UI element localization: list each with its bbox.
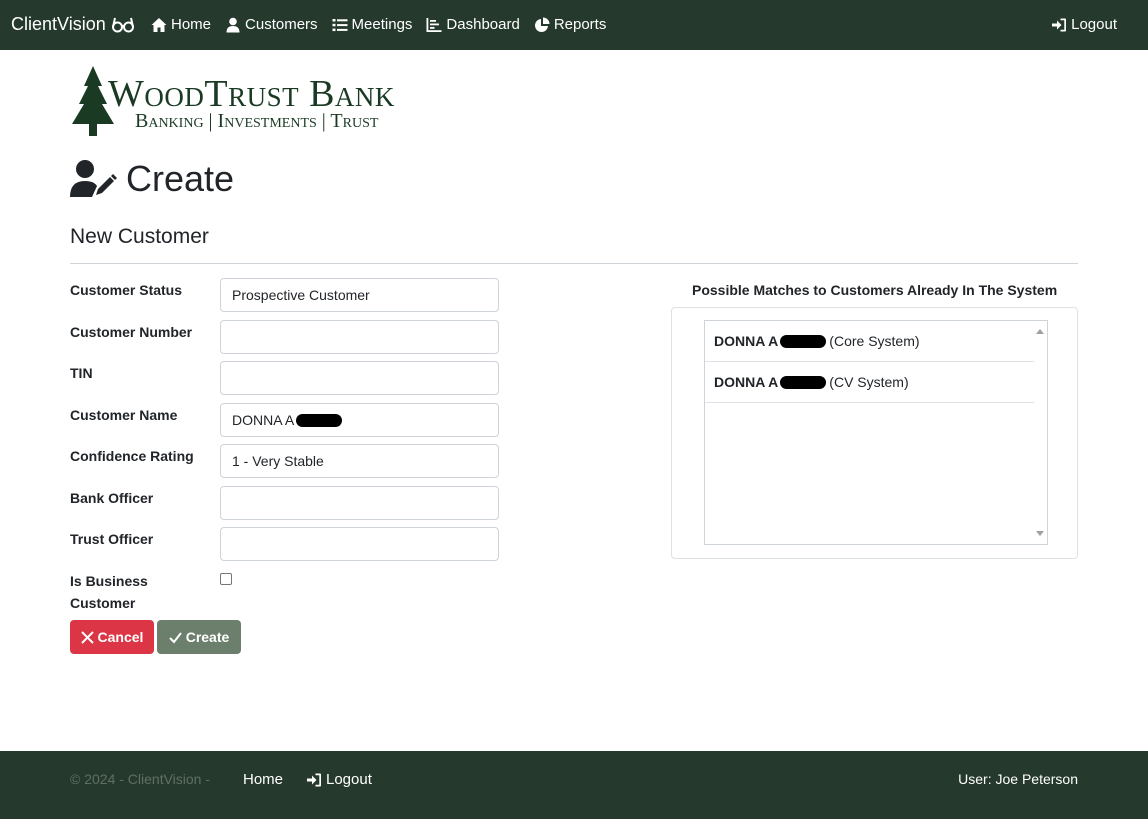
create-label: Create	[185, 629, 230, 645]
scroll-down-arrow-icon[interactable]	[1036, 531, 1044, 536]
confidence-rating-label: Confidence Rating	[70, 448, 194, 464]
bar-chart-icon	[426, 17, 442, 32]
nav-home-label: Home	[171, 16, 212, 33]
x-icon	[80, 630, 94, 644]
nav-customers-label: Customers	[245, 16, 318, 33]
customer-number-field[interactable]	[220, 320, 499, 354]
trust-officer-field[interactable]	[220, 527, 499, 561]
nav-logout[interactable]: Logout	[1051, 16, 1117, 33]
copyright: © 2024 - ClientVision -	[70, 771, 211, 787]
bank-officer-label: Bank Officer	[70, 490, 154, 506]
is-business-label-line1: Is Business	[70, 573, 148, 589]
check-icon	[168, 631, 182, 644]
brand-name: ClientVision	[11, 14, 106, 34]
nav-reports[interactable]: Reports	[534, 16, 607, 33]
match-name: DONNA A	[714, 333, 779, 349]
list-item[interactable]: DONNA A (CV System)	[705, 362, 1034, 403]
page-title: Create	[126, 158, 235, 199]
nav-dashboard-label: Dashboard	[446, 16, 520, 33]
customer-status-field[interactable]: Prospective Customer	[220, 278, 499, 312]
tin-label: TIN	[70, 365, 93, 381]
customer-name-value: DONNA A	[232, 412, 295, 428]
redaction-mark	[780, 375, 827, 389]
confidence-rating-field[interactable]: 1 - Very Stable	[220, 444, 499, 478]
customer-status-label: Customer Status	[70, 282, 183, 298]
confidence-rating-value: 1 - Very Stable	[232, 453, 324, 469]
nav-dashboard[interactable]: Dashboard	[426, 16, 520, 33]
is-business-checkbox[interactable]	[220, 573, 232, 585]
current-user: User: Joe Peterson	[958, 771, 1078, 787]
footer-logout-label: Logout	[326, 771, 372, 788]
nav-customers[interactable]: Customers	[225, 16, 318, 33]
nav-meetings-label: Meetings	[351, 16, 413, 33]
list-icon	[332, 18, 348, 31]
footer-home-link[interactable]: Home	[243, 771, 283, 788]
brand[interactable]: ClientVision	[11, 14, 134, 35]
home-icon	[151, 17, 167, 32]
bank-tagline: Banking | Investments | Trust	[135, 110, 379, 132]
nav-home[interactable]: Home	[151, 16, 211, 33]
matches-list[interactable]: DONNA A (Core System) DONNA A (CV System…	[704, 320, 1048, 545]
nav-meetings[interactable]: Meetings	[332, 16, 413, 33]
scroll-up-arrow-icon[interactable]	[1036, 329, 1044, 334]
pie-chart-icon	[534, 17, 550, 32]
footer-logout-link[interactable]: Logout	[306, 771, 372, 788]
nav-logout-label: Logout	[1071, 16, 1117, 33]
create-button[interactable]: Create	[157, 620, 241, 654]
user-icon	[226, 17, 240, 32]
footer-home-label: Home	[243, 771, 284, 788]
is-business-label-line2: Customer	[70, 595, 136, 611]
match-source: (CV System)	[829, 374, 909, 390]
bank-logo: WoodTrust Bank Banking | Investments | T…	[70, 66, 440, 138]
cancel-label: Cancel	[97, 629, 144, 645]
footer: © 2024 - ClientVision - Home Logout User…	[0, 751, 1148, 819]
nav-reports-label: Reports	[553, 16, 607, 33]
trust-officer-label: Trust Officer	[70, 531, 154, 547]
top-navbar: ClientVision Home Customers Meetings Das…	[0, 0, 1148, 50]
list-item[interactable]: DONNA A (Core System)	[705, 321, 1034, 362]
page-heading: Create	[70, 158, 234, 200]
matches-title: Possible Matches to Customers Already In…	[692, 282, 1058, 298]
match-source: (Core System)	[829, 333, 920, 349]
customer-name-field[interactable]: DONNA A	[220, 403, 499, 437]
redaction-mark	[296, 413, 343, 427]
match-name: DONNA A	[714, 374, 779, 390]
page-subtitle: New Customer	[70, 225, 209, 248]
cancel-button[interactable]: Cancel	[70, 620, 154, 654]
customer-status-value: Prospective Customer	[232, 287, 370, 303]
tin-field[interactable]	[220, 361, 499, 395]
divider	[70, 263, 1078, 264]
customer-number-label: Customer Number	[70, 324, 193, 340]
sign-in-icon	[1052, 18, 1067, 31]
redaction-mark	[780, 334, 827, 348]
customer-name-label: Customer Name	[70, 407, 178, 423]
sign-in-icon	[307, 773, 321, 786]
bank-officer-field[interactable]	[220, 486, 499, 520]
user-edit-icon	[70, 160, 117, 197]
glasses-icon	[111, 17, 134, 32]
